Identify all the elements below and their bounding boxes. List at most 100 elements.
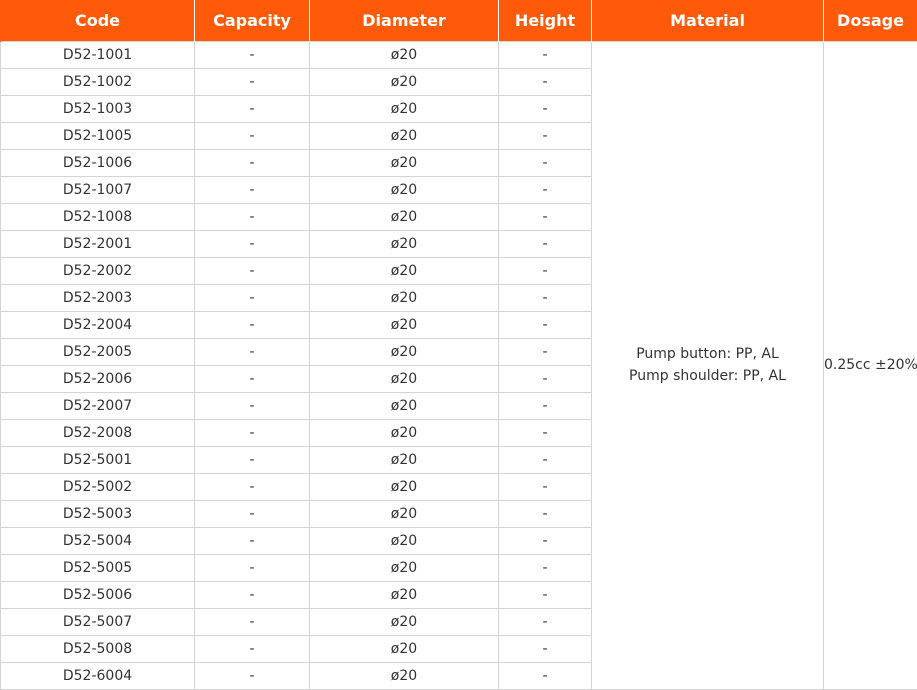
- cell-code: D52-1005: [0, 121, 195, 150]
- header-dosage: Dosage: [823, 0, 917, 41]
- cell-capacity: -: [194, 310, 310, 339]
- cell-diameter: ø20: [309, 418, 499, 447]
- table-row: D52-1001- ø20- Pump button: PP, AL Pump sho…: [0, 40, 917, 690]
- header-capacity: Capacity: [194, 0, 310, 41]
- cell-capacity: -: [194, 229, 310, 258]
- cell-capacity: -: [194, 67, 310, 96]
- cell-code: D52-2003: [0, 283, 195, 312]
- cell-code: D52-5001: [0, 445, 195, 474]
- header-code: Code: [0, 0, 195, 41]
- cell-code: D52-1002: [0, 67, 195, 96]
- cell-capacity: -: [194, 391, 310, 420]
- cell-capacity: -: [194, 526, 310, 555]
- cell-diameter: ø20: [309, 607, 499, 636]
- cell-code: D52-1003: [0, 94, 195, 123]
- cell-height: -: [498, 580, 592, 609]
- cell-diameter: ø20: [309, 526, 499, 555]
- cell-diameter: ø20: [309, 283, 499, 312]
- cell-diameter: ø20: [309, 472, 499, 501]
- table-body: D52-1001- ø20- Pump button: PP, AL Pump sho…: [0, 40, 917, 690]
- cell-diameter: ø20: [309, 121, 499, 150]
- cell-diameter: ø20: [309, 445, 499, 474]
- cell-height: -: [498, 94, 592, 123]
- cell-height: -: [498, 202, 592, 231]
- cell-height: -: [498, 229, 592, 258]
- cell-code: D52-6004: [0, 661, 195, 690]
- cell-code: D52-2006: [0, 364, 195, 393]
- cell-code: D52-2002: [0, 256, 195, 285]
- cell-code: D52-5005: [0, 553, 195, 582]
- cell-diameter: ø20: [309, 67, 499, 96]
- cell-height: -: [498, 418, 592, 447]
- cell-height: -: [498, 256, 592, 285]
- cell-height: -: [498, 283, 592, 312]
- cell-height: -: [498, 310, 592, 339]
- cell-height: -: [498, 472, 592, 501]
- cell-code: D52-1006: [0, 148, 195, 177]
- cell-capacity: -: [194, 445, 310, 474]
- header-row: Code Capacity Diameter Height Material D…: [0, 0, 917, 41]
- cell-height: -: [498, 337, 592, 366]
- cell-height: -: [498, 121, 592, 150]
- header-material: Material: [591, 0, 824, 41]
- cell-height: -: [498, 364, 592, 393]
- cell-capacity: -: [194, 499, 310, 528]
- cell-code: D52-5003: [0, 499, 195, 528]
- cell-code: D52-2004: [0, 310, 195, 339]
- cell-capacity: -: [194, 580, 310, 609]
- cell-height: -: [498, 391, 592, 420]
- cell-diameter: ø20: [309, 391, 499, 420]
- cell-code: D52-2008: [0, 418, 195, 447]
- cell-diameter: ø20: [309, 364, 499, 393]
- material-line: Pump button: PP, AL: [636, 346, 779, 362]
- cell-height: -: [498, 607, 592, 636]
- cell-height: -: [498, 175, 592, 204]
- cell-height: -: [498, 148, 592, 177]
- cell-capacity: -: [194, 634, 310, 663]
- cell-diameter: ø20: [309, 553, 499, 582]
- cell-capacity: -: [194, 472, 310, 501]
- table-header: Code Capacity Diameter Height Material D…: [0, 0, 917, 41]
- header-height: Height: [498, 0, 592, 41]
- cell-height: -: [498, 445, 592, 474]
- cell-diameter: ø20: [309, 499, 499, 528]
- cell-code: D52-5002: [0, 472, 195, 501]
- cell-capacity: -: [194, 418, 310, 447]
- cell-capacity: -: [194, 661, 310, 690]
- cell-diameter: ø20: [309, 337, 499, 366]
- cell-capacity: -: [194, 256, 310, 285]
- cell-diameter: ø20: [309, 661, 499, 690]
- cell-code: D52-1008: [0, 202, 195, 231]
- cell-diameter: ø20: [309, 256, 499, 285]
- cell-diameter: ø20: [309, 580, 499, 609]
- material-line: Pump shoulder: PP, AL: [629, 368, 786, 384]
- cell-capacity: -: [194, 364, 310, 393]
- cell-code: D52-2005: [0, 337, 195, 366]
- cell-code: D52-1007: [0, 175, 195, 204]
- cell-diameter: ø20: [309, 229, 499, 258]
- cell-capacity: -: [194, 148, 310, 177]
- cell-diameter: ø20: [309, 634, 499, 663]
- cell-dosage: 0.25cc ±20%: [823, 40, 917, 690]
- cell-diameter: ø20: [309, 310, 499, 339]
- cell-height: -: [498, 553, 592, 582]
- cell-capacity: -: [194, 121, 310, 150]
- cell-code: D52-1001: [0, 40, 195, 69]
- cell-diameter: ø20: [309, 175, 499, 204]
- cell-capacity: -: [194, 40, 310, 69]
- cell-code: D52-5008: [0, 634, 195, 663]
- cell-capacity: -: [194, 553, 310, 582]
- cell-material: Pump button: PP, AL Pump shoulder: PP, AL: [591, 40, 824, 690]
- cell-diameter: ø20: [309, 202, 499, 231]
- cell-height: -: [498, 40, 592, 69]
- cell-diameter: ø20: [309, 40, 499, 69]
- cell-height: -: [498, 499, 592, 528]
- cell-height: -: [498, 526, 592, 555]
- cell-diameter: ø20: [309, 148, 499, 177]
- cell-code: D52-5004: [0, 526, 195, 555]
- cell-capacity: -: [194, 94, 310, 123]
- cell-capacity: -: [194, 607, 310, 636]
- cell-height: -: [498, 634, 592, 663]
- cell-code: D52-5006: [0, 580, 195, 609]
- cell-diameter: ø20: [309, 94, 499, 123]
